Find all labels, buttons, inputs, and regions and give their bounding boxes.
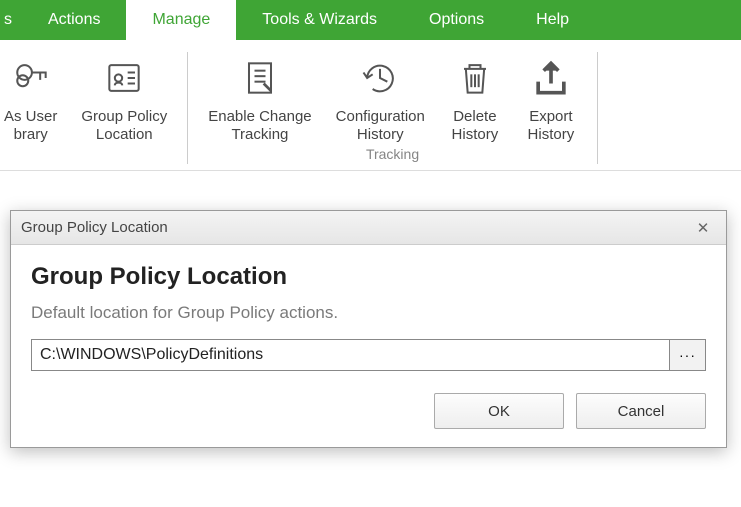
menu-item-tools-wizards[interactable]: Tools & Wizards [236, 0, 403, 40]
menu-item-actions[interactable]: Actions [22, 0, 126, 40]
ribbon-btn-as-user-library[interactable]: As User brary [0, 52, 69, 144]
dialog-description: Default location for Group Policy action… [31, 303, 706, 323]
dialog-titlebar: Group Policy Location ✕ [11, 211, 726, 245]
ribbon-label: Export History [528, 108, 575, 144]
export-icon [525, 52, 577, 104]
card-icon [98, 52, 150, 104]
menu-item-partial[interactable]: s [0, 0, 22, 40]
group-policy-location-dialog: Group Policy Location ✕ Group Policy Loc… [10, 210, 727, 448]
history-icon [354, 52, 406, 104]
dialog-heading: Group Policy Location [31, 263, 706, 291]
menu-item-help[interactable]: Help [510, 0, 595, 40]
close-icon: ✕ [697, 219, 710, 237]
ribbon-group-label [88, 146, 92, 164]
menu-item-manage[interactable]: Manage [126, 0, 236, 40]
dialog-title: Group Policy Location [21, 219, 690, 236]
ribbon-label: As User brary [4, 108, 57, 144]
menubar: s Actions Manage Tools & Wizards Options… [0, 0, 741, 40]
ribbon-btn-delete-history[interactable]: Delete History [437, 52, 513, 144]
ribbon-label: Group Policy Location [81, 108, 167, 144]
ribbon-btn-configuration-history[interactable]: Configuration History [324, 52, 437, 144]
ribbon-group-1: As User brary Group Policy Location [0, 52, 179, 164]
menu-item-options[interactable]: Options [403, 0, 510, 40]
close-button[interactable]: ✕ [690, 217, 716, 239]
ribbon-label: Enable Change Tracking [208, 108, 311, 144]
ribbon-btn-enable-change-tracking[interactable]: Enable Change Tracking [196, 52, 323, 144]
cancel-button[interactable]: Cancel [576, 393, 706, 429]
path-input[interactable] [31, 339, 670, 371]
ribbon-label: Configuration History [336, 108, 425, 144]
browse-button[interactable]: ··· [670, 339, 706, 371]
ribbon-btn-export-history[interactable]: Export History [513, 52, 589, 144]
ribbon-btn-group-policy-location[interactable]: Group Policy Location [69, 52, 179, 144]
dialog-body: Group Policy Location Default location f… [11, 245, 726, 447]
ribbon-separator [187, 52, 188, 164]
ribbon-group-2: Enable Change Tracking Configuration His… [196, 52, 589, 164]
document-icon [234, 52, 286, 104]
ribbon-group-label: Tracking [366, 146, 419, 164]
ok-button[interactable]: OK [434, 393, 564, 429]
dialog-button-row: OK Cancel [31, 393, 706, 429]
trash-icon [449, 52, 501, 104]
ribbon-toolbar: As User brary Group Policy Location Enab… [0, 40, 741, 171]
ribbon-label: Delete History [452, 108, 499, 144]
path-row: ··· [31, 339, 706, 371]
ribbon-separator [597, 52, 598, 164]
key-icon [5, 52, 57, 104]
